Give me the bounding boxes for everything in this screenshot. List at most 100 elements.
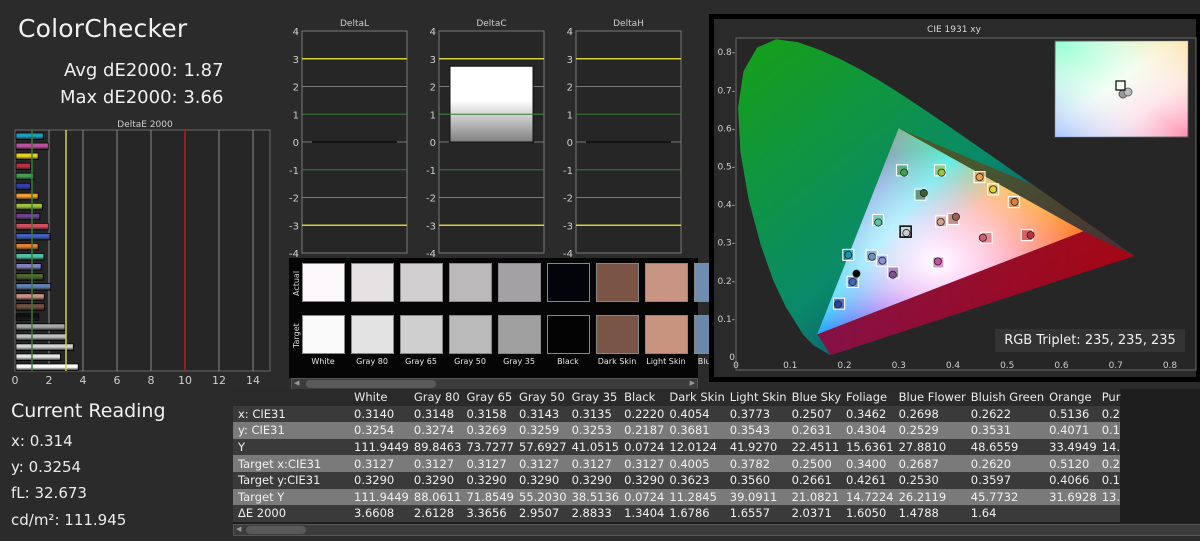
table-cell: 0.3158 [466,406,507,421]
table-cell: 0.2622 [970,406,1012,421]
cie-measured-point [936,218,945,227]
table-scrollbar[interactable]: ◀ [233,524,1200,536]
deltae-bar [15,162,31,171]
cie-x-tick-label: 0.2 [837,361,851,371]
cie-measured-point [975,173,984,182]
deltae-bar [15,353,61,361]
table-cell: 22.4511 [791,440,840,455]
table-cell [1097,505,1121,522]
table-cell: 41.9270 [729,440,778,455]
table-cell: 2.0371 [791,506,832,521]
cie-measured-point [933,257,942,266]
table-cell: 0.2687 [898,456,939,471]
deltae-chart: DeltaE 2000 0 2 4 6 8 10 12 14 [12,120,271,387]
table-cell: 0.2187 [624,423,665,438]
table-cell: 14. [1101,440,1120,455]
deltae-bar [15,283,52,291]
table-row-label: Y [238,440,246,455]
deltae-bar [15,172,35,181]
table-cell: 57.6927 [519,440,567,455]
table-cell: 21.0821 [791,489,840,504]
scroll-right-arrow-icon[interactable]: ▶ [690,379,695,387]
table-cell: 1.6050 [846,506,887,521]
swatch-label: Gray 65 [405,357,437,366]
table-cell: 111.9449 [354,440,409,455]
table-scrollbar-thumb[interactable] [246,526,306,534]
current-x: x: 0.314 [11,432,73,450]
current-fl: fL: 32.673 [11,484,87,502]
cie-measured-point [844,250,853,259]
swatch-target [302,315,345,354]
table-cell: 0.3290 [571,473,612,488]
table-cell: 0.3135 [571,406,612,421]
table-cell: 1.3404 [624,506,665,521]
cie-measured-point [902,229,911,238]
table-header-row: White Gray 80 Gray 65 Gray 50 Gray 35 Black Da… [233,389,1121,406]
delta-tick-label: 1 [430,110,436,121]
table-cell: 1.64 [970,506,997,521]
table-row-label: ΔE 2000 [238,506,287,521]
deltae-tick-label: 8 [148,374,155,387]
table-cell: 0.4071 [1049,423,1090,438]
table-row-label: Target x:CIE31 [238,456,322,471]
deltae-bar [15,303,45,311]
swatch-scrollbar-thumb[interactable] [306,380,436,388]
table-row-label: Target y:CIE31 [238,473,321,488]
table-cell: 0.3127 [466,456,507,471]
cie-chart-title: CIE 1931 xy [927,25,982,35]
table-cell: 0.3290 [413,473,455,488]
deltae-bar [15,152,39,161]
deltae-bar [15,273,44,281]
swatch-target [547,315,590,354]
delta-tick-label: -3 [289,221,299,232]
table-row: y: CIE31 0.3254 0.3274 0.3269 0.3259 0.3253 0.… [233,422,1121,439]
delta-tick-label: -2 [289,194,299,205]
table-cell: 0.3400 [846,456,887,471]
deltae-bar [15,212,41,221]
avg-de2000: Avg dE2000: 1.87 [64,60,224,81]
table-cell: 73.7277 [466,440,514,455]
table-cell: 0.2507 [791,406,832,421]
table-scroll-left-icon[interactable]: ◀ [236,525,241,533]
table-column-header: Blue Sky [791,390,842,405]
table-cell: 0.2661 [791,473,832,488]
cie-measured-point [848,277,857,286]
scroll-left-arrow-icon[interactable]: ◀ [294,379,299,387]
delta-bar [449,65,534,143]
deltae-bar [15,323,66,331]
table-cell: 31.6928 [1049,489,1097,504]
table-cell: 0.3127 [571,456,612,471]
table-cell: 0.2 [1101,406,1120,421]
deltae-bar [15,253,45,261]
swatch-target [645,315,688,354]
cie-y-tick-label: 0.2- [717,277,735,287]
swatch-target [400,315,443,354]
table-cell: 0.0724 [624,440,665,455]
swatch-label: Gray 50 [454,357,486,366]
table-cell: 0.5120 [1049,456,1090,471]
table-cell: 111.9449 [354,489,409,504]
max-de2000: Max dE2000: 3.66 [60,87,224,108]
deltae-chart-title: DeltaE 2000 [117,120,173,130]
delta-tick-label: -2 [563,194,573,205]
rgb-triplet-readout: RGB Triplet: 235, 235, 235 [995,329,1185,352]
table-cell: 0.2529 [898,423,939,438]
table-cell: 0.5136 [1049,406,1090,421]
swatch-target [449,315,492,354]
table-column-header: Gray 65 [466,390,513,405]
delta-chart-deltal: DeltaL43210-1-2-3-4 [289,19,408,260]
cie-measured-point [878,256,887,265]
table-cell: 13. [1101,489,1120,504]
table-column-header: Gray 80 [413,390,460,405]
cie-x-tick-label: 0.6 [1054,361,1069,371]
swatch-actual [498,263,541,302]
cie-x-tick-label: 0.7 [1109,361,1123,371]
table-cell: 0.3148 [413,406,455,421]
table-cell: 0.3773 [729,406,771,421]
current-reading-title: Current Reading [11,400,166,422]
deltae-bar [15,333,67,341]
cie-x-tick-label: 0.5 [1000,361,1014,371]
table-cell: 89.8463 [413,440,462,455]
table-cell: 0.3274 [413,423,455,438]
cie-x-tick-label: 0.1 [783,361,797,371]
